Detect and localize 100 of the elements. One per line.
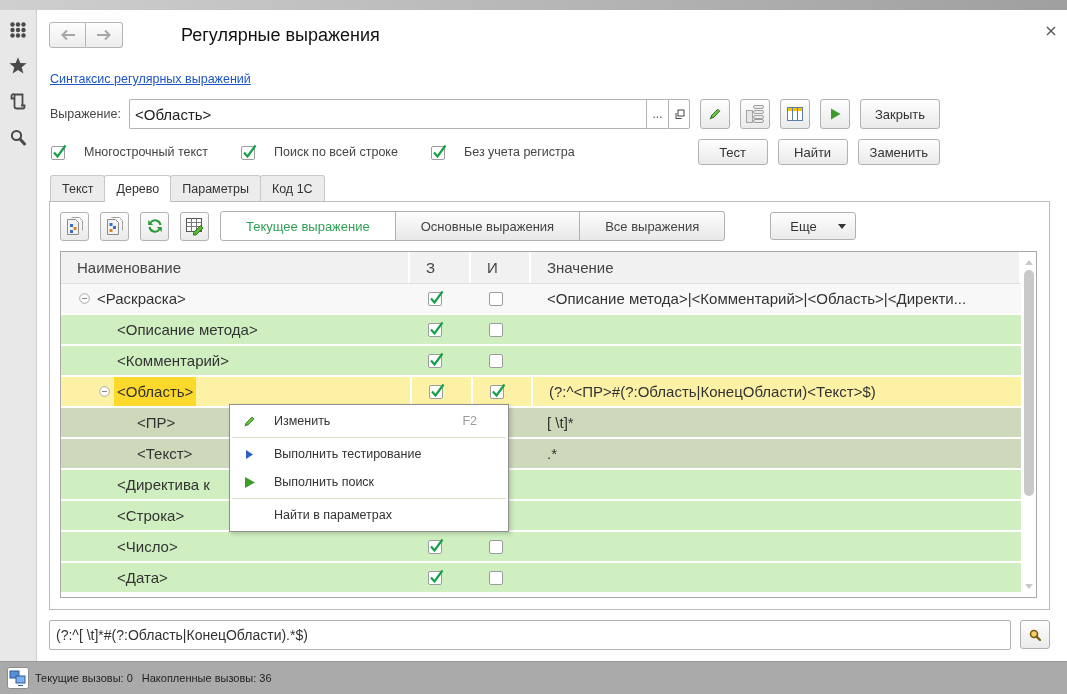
right-arrow-icon [96, 29, 112, 41]
tree-row[interactable]: <Дата> [61, 563, 1021, 594]
checkbox[interactable] [487, 321, 505, 338]
table-pencil-icon [184, 216, 205, 236]
menu-item[interactable]: Изменить F2 [231, 407, 507, 435]
checkbox[interactable] [428, 383, 445, 400]
menu-item[interactable]: Выполнить поиск [231, 468, 507, 496]
close-icon [1046, 26, 1056, 36]
window-title: Регулярные выражения [181, 24, 380, 46]
checkbox[interactable] [427, 538, 444, 555]
filter-button[interactable]: Основные выражения [394, 211, 581, 241]
tree-row[interactable]: <Описание метода> [61, 315, 1021, 346]
checkbox[interactable] [487, 538, 505, 555]
action-button[interactable]: Найти [777, 139, 848, 165]
node-name: <ПР> [136, 413, 177, 433]
search-button[interactable] [1020, 620, 1050, 649]
shortcut-text: F2 [462, 414, 477, 428]
checkbox[interactable] [240, 143, 257, 161]
status-text: Текущие вызовы: 0 [35, 672, 133, 684]
collapse-icon[interactable] [99, 386, 110, 397]
checkbox[interactable] [430, 143, 447, 161]
open-window-icon [673, 108, 685, 120]
left-arrow-icon [59, 29, 76, 41]
tab[interactable]: Параметры [170, 175, 261, 201]
checkbox[interactable] [427, 290, 444, 307]
select-button[interactable]: ... [646, 99, 668, 129]
forward-button[interactable] [86, 22, 123, 48]
node-name: <Комментарий> [116, 351, 230, 371]
list-icon [745, 104, 765, 124]
pages-icon [105, 216, 124, 236]
scrollbar-thumb[interactable] [1023, 270, 1034, 496]
more-button[interactable]: Еще [770, 212, 857, 240]
regex-value: (?:^<ПР>#(?:Область|КонецОбласти)<Текст>$) [549, 383, 876, 400]
tree-row[interactable]: <Раскраска> <Описание метода>|<Комментарий>|<Область>|<Директи... [61, 284, 1021, 315]
table-columns-icon [787, 107, 803, 121]
regex-value: [ \t]* [547, 414, 574, 431]
node-name: <Раскраска> [96, 289, 187, 309]
tree-row[interactable]: <Область> (?:^<ПР>#(?:Область|КонецОбласти)<Текст>$) [61, 377, 1021, 408]
pencil-icon [243, 414, 256, 428]
node-name: <Директива к [116, 475, 211, 495]
regex-value: .* [547, 445, 557, 462]
action-button[interactable]: Заменить [857, 139, 940, 165]
expression-field[interactable]: <Область> [129, 99, 646, 129]
checkbox[interactable] [427, 569, 444, 586]
checkbox[interactable] [427, 321, 444, 338]
tab[interactable]: Код 1С [259, 175, 325, 201]
checkbox[interactable] [427, 352, 444, 369]
checkbox[interactable] [487, 352, 505, 369]
close-form-button[interactable]: Закрыть [860, 99, 940, 129]
search-icon[interactable] [10, 129, 26, 146]
search-icon [1029, 628, 1041, 641]
caret-icon [837, 223, 846, 229]
tree-row[interactable]: <Комментарий> [61, 346, 1021, 377]
computers-icon[interactable] [7, 667, 29, 689]
toolbar-button[interactable] [100, 211, 129, 241]
toolbar-button[interactable] [180, 211, 209, 241]
apps-grid-icon[interactable] [10, 22, 26, 38]
open-button[interactable] [668, 99, 690, 129]
play-icon [244, 476, 255, 488]
play-icon [829, 108, 841, 120]
result-field[interactable]: (?:^[ \t]*#(?:Область|КонецОбласти).*$) [49, 620, 1011, 650]
play-icon [246, 449, 253, 459]
run-button[interactable] [820, 99, 850, 129]
list-button[interactable] [740, 99, 770, 129]
checkbox[interactable] [488, 383, 506, 400]
close-button[interactable] [1046, 26, 1056, 36]
regex-value: <Описание метода>|<Комментарий>|<Область>|<Директи... [547, 290, 967, 307]
node-name: <Область> [114, 377, 197, 406]
status-text: Накопленные вызовы: 36 [141, 672, 272, 684]
pencil-icon [708, 107, 722, 121]
checkbox-label: Многострочный текст [84, 145, 209, 159]
action-button[interactable]: Тест [697, 139, 768, 165]
checkbox[interactable] [487, 569, 505, 586]
pages-icon [65, 216, 84, 236]
checkbox-label: Без учета регистра [464, 145, 575, 159]
node-name: <Дата> [116, 568, 169, 588]
filter-button[interactable]: Все выражения [579, 211, 726, 241]
menu-item[interactable]: Найти в параметрах [231, 501, 507, 529]
tree-row[interactable]: <Число> [61, 532, 1021, 563]
field-label: Выражение: [49, 107, 122, 121]
checkbox[interactable] [50, 143, 67, 161]
tab[interactable]: Дерево [104, 175, 172, 202]
tab[interactable]: Текст [50, 175, 106, 201]
checkbox-label: Поиск по всей строке [274, 145, 398, 159]
document-icon[interactable] [10, 93, 26, 110]
refresh-icon [146, 218, 163, 234]
edit-button[interactable] [700, 99, 730, 129]
node-name: <Число> [116, 537, 179, 557]
help-link[interactable]: Синтаксис регулярных выражений [49, 72, 251, 87]
refresh-button[interactable] [140, 211, 169, 241]
star-icon[interactable] [9, 57, 27, 74]
columns-button[interactable] [780, 99, 810, 129]
toolbar-button[interactable] [60, 211, 89, 241]
node-name: <Текст> [136, 444, 194, 464]
node-name: <Описание метода> [116, 320, 259, 340]
node-name: <Строка> [116, 506, 186, 526]
back-button[interactable] [49, 22, 86, 48]
collapse-icon[interactable] [79, 293, 90, 304]
menu-item[interactable]: Выполнить тестирование [231, 440, 507, 468]
checkbox[interactable] [487, 290, 505, 307]
